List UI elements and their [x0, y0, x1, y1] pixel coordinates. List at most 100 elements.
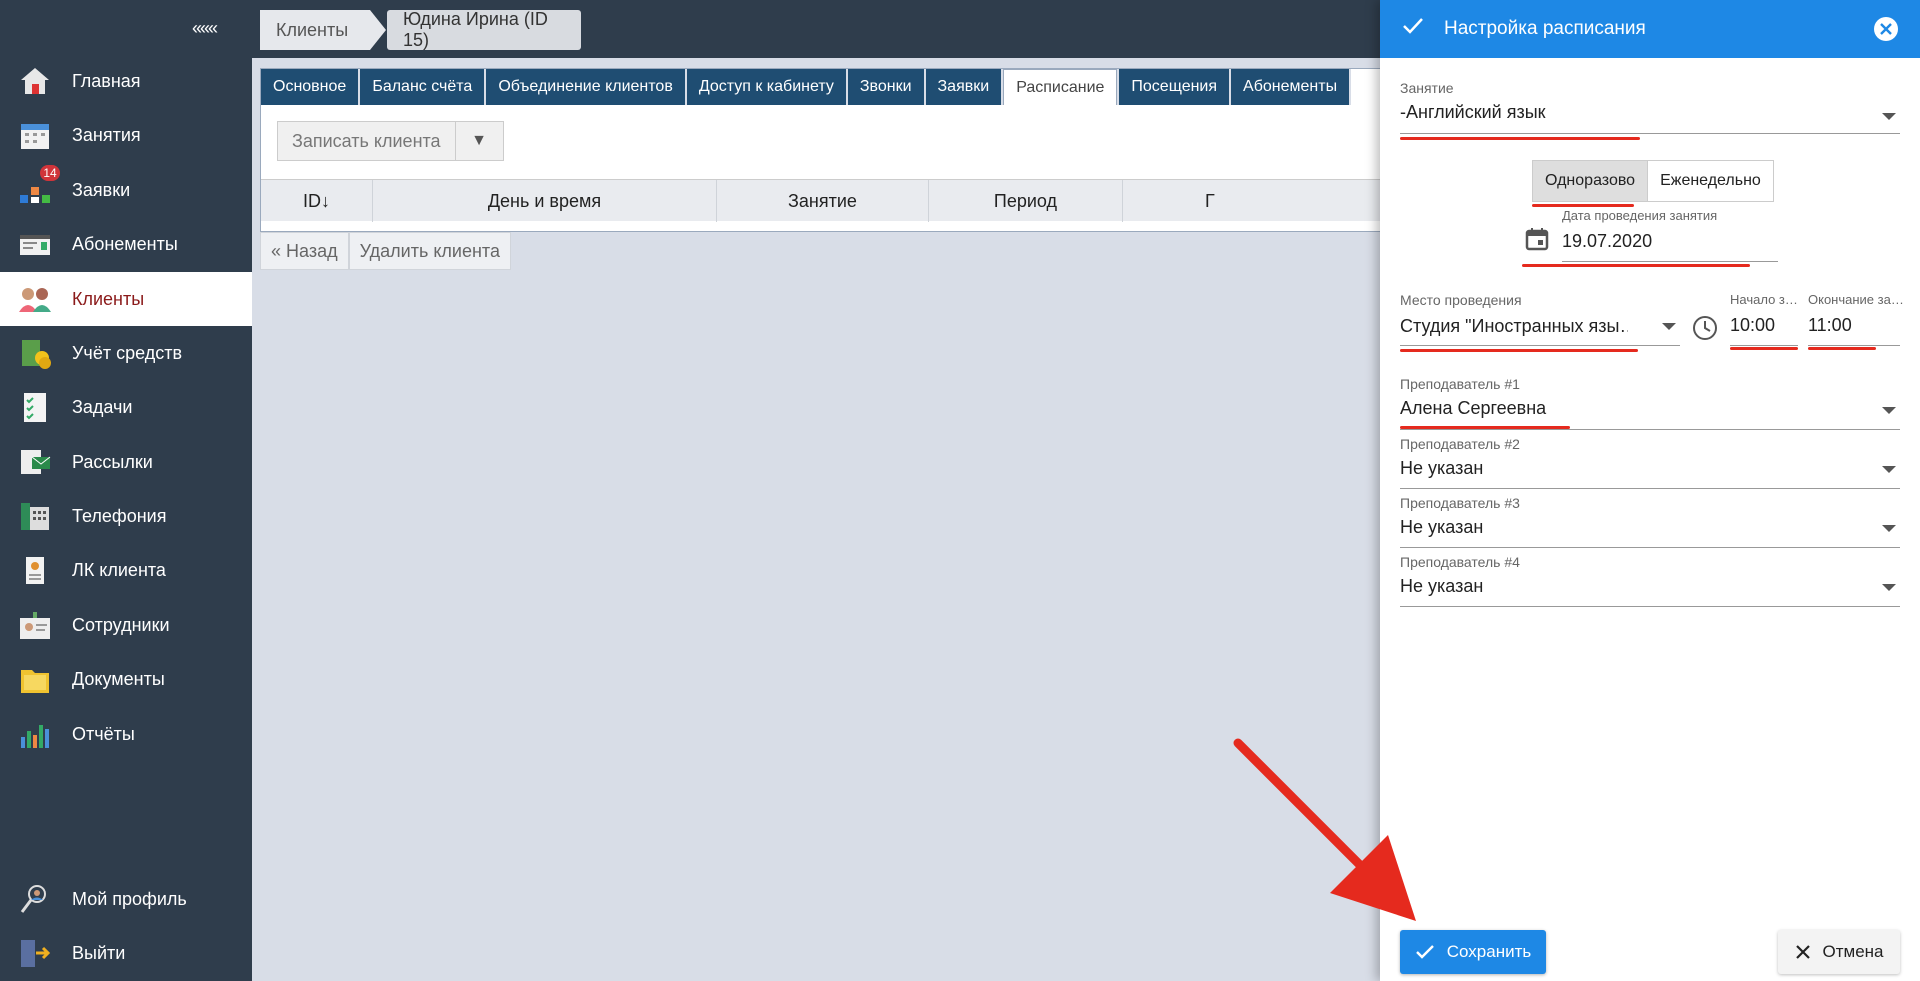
close-drawer-button[interactable] — [1874, 17, 1898, 41]
collapse-sidebar-button[interactable]: ««« — [192, 18, 218, 39]
column-header-period[interactable]: Период — [929, 180, 1123, 222]
sidebar-item-lessons[interactable]: Занятия — [0, 108, 252, 162]
teacher-4-select[interactable]: Преподаватель #4 Не указан — [1400, 554, 1900, 597]
start-time-label: Начало з… — [1730, 292, 1798, 307]
calendar-icon — [18, 118, 52, 152]
tab-requests[interactable]: Заявки — [925, 69, 1002, 105]
teacher-4-value: Не указан — [1400, 576, 1484, 596]
sidebar-item-staff[interactable]: Сотрудники — [0, 598, 252, 652]
sidebar-item-my-profile[interactable]: Мой профиль — [0, 872, 252, 926]
sidebar-item-clients[interactable]: Клиенты — [0, 272, 252, 326]
end-time-label: Окончание за… — [1808, 292, 1904, 307]
chevron-down-icon[interactable] — [1882, 525, 1896, 532]
frequency-toggle: Одноразово Еженедельно — [1532, 160, 1774, 202]
sidebar-item-tasks[interactable]: Задачи — [0, 380, 252, 434]
tab-visits[interactable]: Посещения — [1119, 69, 1230, 105]
delete-client-button[interactable]: Удалить клиента — [348, 232, 511, 270]
annotation-arrow-icon — [1233, 738, 1416, 921]
sidebar-item-finance[interactable]: Учёт средств — [0, 326, 252, 380]
sidebar-item-home[interactable]: Главная — [0, 54, 252, 108]
tab-subscriptions[interactable]: Абонементы — [1231, 69, 1350, 105]
save-button-label: Сохранить — [1446, 942, 1532, 961]
lesson-value: -Английский язык — [1400, 102, 1546, 122]
sidebar-item-label: Клиенты — [72, 288, 145, 309]
breadcrumb-separator — [370, 10, 386, 50]
sidebar-item-mailings[interactable]: Рассылки — [0, 435, 252, 489]
chevron-down-icon[interactable] — [1662, 323, 1676, 330]
drawer-title: Настройка расписания — [1444, 18, 1646, 39]
schedule-settings-drawer: Настройка расписания Занятие -Английский… — [1380, 0, 1920, 981]
client-badge-icon — [18, 553, 52, 587]
lesson-select[interactable]: Занятие -Английский язык — [1400, 80, 1900, 123]
enroll-client-button[interactable]: Записать клиента — [278, 122, 455, 160]
schedule-toolbar: Записать клиента ▼ — [277, 121, 504, 161]
teacher-2-select[interactable]: Преподаватель #2 Не указан — [1400, 436, 1900, 479]
teacher-3-select[interactable]: Преподаватель #3 Не указан — [1400, 495, 1900, 538]
column-header-day-time[interactable]: День и время — [373, 180, 717, 222]
sidebar-item-label: Сотрудники — [72, 614, 170, 635]
client-panel: Основное Баланс счёта Объединение клиент… — [260, 68, 1382, 232]
requests-icon: 14 — [18, 163, 62, 207]
teacher-3-underline — [1400, 547, 1900, 548]
sidebar-item-label: Абонементы — [72, 233, 178, 254]
end-time-field[interactable]: Окончание за… 11:00 — [1808, 292, 1904, 336]
chevron-down-icon[interactable] — [1882, 466, 1896, 473]
sidebar: ««« Главная Занятия 14 Заявки Абонементы… — [0, 0, 252, 981]
tab-main[interactable]: Основное — [261, 69, 359, 105]
check-icon — [1415, 945, 1434, 959]
start-time-field[interactable]: Начало з… 10:00 — [1730, 292, 1802, 336]
teacher-1-select[interactable]: Преподаватель #1 Алена Сергеевна — [1400, 376, 1900, 419]
subscription-card-icon — [18, 227, 52, 261]
chevron-down-icon[interactable] — [1882, 113, 1896, 120]
sidebar-item-reports[interactable]: Отчёты — [0, 707, 252, 761]
save-button[interactable]: Сохранить — [1400, 930, 1546, 974]
sidebar-item-subscriptions[interactable]: Абонементы — [0, 217, 252, 271]
schedule-grid-header: ID↓ День и время Занятие Период Г — [261, 179, 1381, 222]
tab-schedule[interactable]: Расписание — [1003, 69, 1118, 105]
column-header-lesson[interactable]: Занятие — [717, 180, 929, 222]
sidebar-item-telephony[interactable]: Телефония — [0, 489, 252, 543]
lesson-label: Занятие — [1400, 80, 1454, 96]
annotation-underline — [1522, 264, 1750, 267]
chevron-down-icon[interactable] — [1882, 584, 1896, 591]
enroll-dropdown-button[interactable]: ▼ — [454, 122, 503, 160]
lesson-date-value: 19.07.2020 — [1562, 231, 1653, 251]
start-underline — [1730, 345, 1798, 346]
annotation-underline — [1808, 347, 1876, 350]
teacher-1-value: Алена Сергеевна — [1400, 398, 1547, 418]
tab-calls[interactable]: Звонки — [847, 69, 924, 105]
sidebar-item-label: Задачи — [72, 396, 133, 417]
chevron-down-icon[interactable] — [1882, 407, 1896, 414]
money-icon — [18, 336, 52, 370]
back-button[interactable]: « Назад — [260, 232, 349, 270]
sidebar-item-label: Заявки — [72, 179, 131, 200]
sidebar-item-requests[interactable]: 14 Заявки — [0, 163, 252, 217]
frequency-weekly-option[interactable]: Еженедельно — [1647, 161, 1773, 201]
tab-cabinet-access[interactable]: Доступ к кабинету — [686, 69, 846, 105]
calendar-icon[interactable] — [1524, 226, 1550, 257]
sidebar-item-client-portal[interactable]: ЛК клиента — [0, 543, 252, 597]
teacher-2-label: Преподаватель #2 — [1400, 436, 1520, 452]
frequency-once-option[interactable]: Одноразово — [1533, 161, 1648, 201]
client-actions: « Назад Удалить клиента — [260, 232, 511, 270]
column-header-truncated[interactable]: Г — [1123, 180, 1381, 222]
tab-balance[interactable]: Баланс счёта — [360, 69, 485, 105]
reports-chart-icon — [18, 717, 52, 751]
sidebar-item-label: Отчёты — [72, 723, 135, 744]
sidebar-item-label: Главная — [72, 70, 141, 91]
profile-icon — [18, 882, 52, 916]
teacher-4-label: Преподаватель #4 — [1400, 554, 1520, 570]
checklist-icon — [18, 390, 52, 424]
documents-icon — [18, 662, 52, 696]
sidebar-item-logout[interactable]: Выйти — [0, 926, 252, 980]
column-header-id[interactable]: ID↓ — [261, 180, 373, 222]
cancel-button[interactable]: Отмена — [1778, 930, 1900, 974]
breadcrumb-clients[interactable]: Клиенты — [260, 10, 370, 50]
clock-icon[interactable] — [1691, 314, 1719, 347]
phone-icon — [18, 499, 52, 533]
sidebar-item-documents[interactable]: Документы — [0, 652, 252, 706]
lesson-date-field[interactable]: Дата проведения занятия 19.07.2020 — [1562, 208, 1778, 252]
teacher-3-value: Не указан — [1400, 517, 1484, 537]
place-select[interactable]: Место проведения Студия "Иностранных язы… — [1400, 292, 1680, 337]
tab-merge-clients[interactable]: Объединение клиентов — [486, 69, 685, 105]
